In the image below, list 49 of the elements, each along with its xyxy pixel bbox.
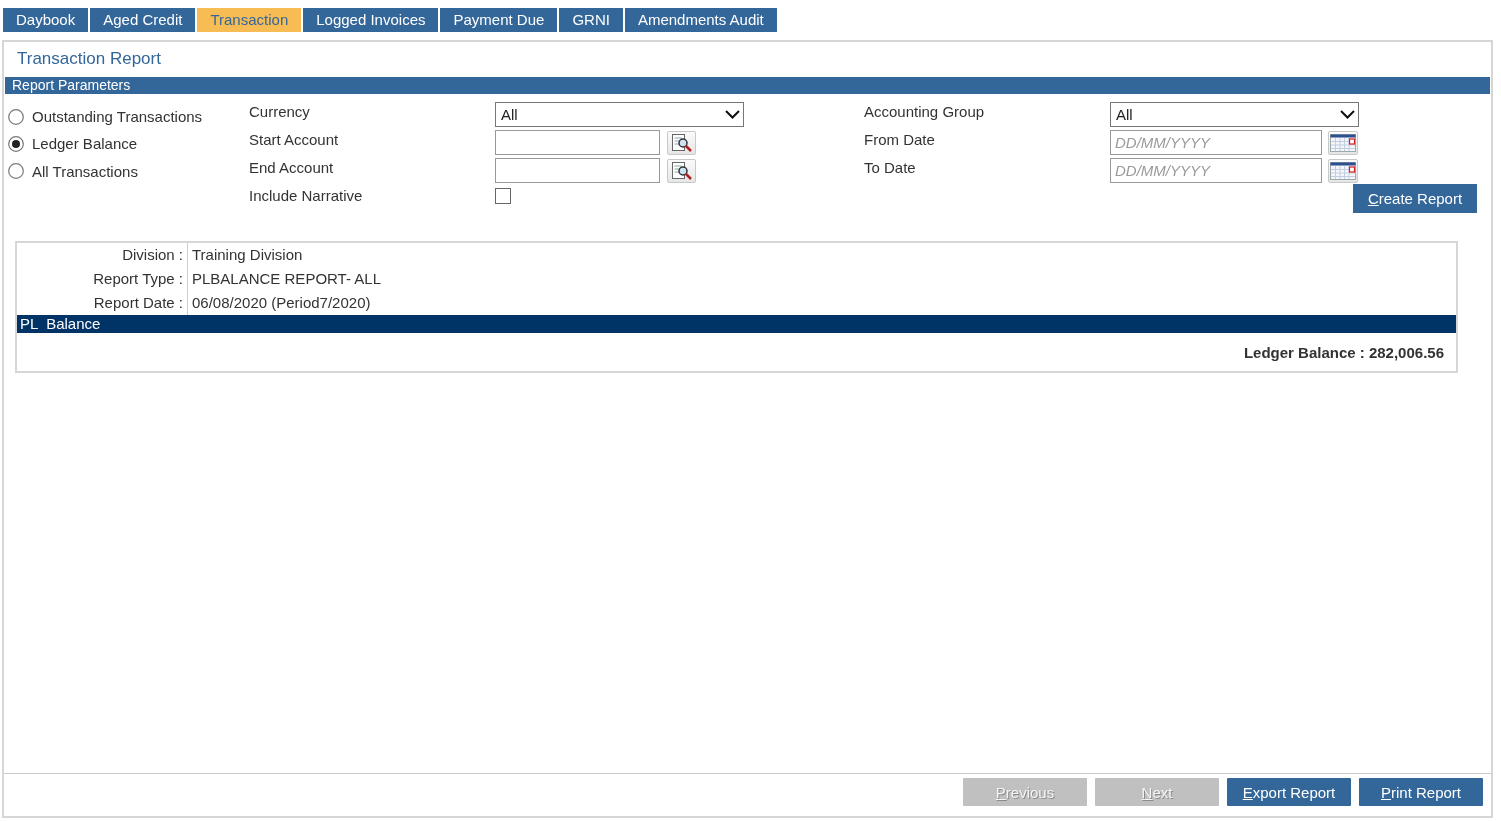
calendar-icon (1330, 161, 1356, 180)
info-label: Report Type : (17, 267, 188, 291)
radio-button[interactable] (8, 108, 24, 125)
lookup-button[interactable] (667, 130, 696, 155)
date-input[interactable]: DD/MM/YYYY (1110, 158, 1322, 183)
radio-label[interactable]: Outstanding Transactions (32, 108, 203, 125)
radio-label[interactable]: Ledger Balance (32, 135, 138, 152)
document-search-icon (671, 161, 692, 180)
document-search-icon (671, 133, 692, 152)
calendar-button[interactable] (1328, 130, 1358, 155)
field-label: To Date (864, 158, 917, 178)
tab[interactable]: Aged Credit (90, 8, 196, 32)
field-label: Start Account (249, 130, 340, 150)
radio-button[interactable] (8, 135, 24, 152)
field-label: Accounting Group (864, 102, 986, 122)
section-header: Report Parameters (5, 77, 1490, 94)
tab[interactable]: Daybook (3, 8, 89, 32)
tab[interactable]: GRNI (559, 8, 623, 32)
radio-button[interactable] (8, 163, 24, 179)
info-value: Training Division (191, 245, 304, 265)
tab[interactable]: Transaction (197, 8, 302, 32)
ledger-balance-total: Ledger Balance : 282,006.56 (1243, 343, 1444, 361)
date-input[interactable]: DD/MM/YYYY (1110, 130, 1322, 155)
dropdown[interactable]: All (495, 102, 744, 127)
field-label: From Date (864, 130, 936, 150)
footer-button[interactable]: Export Report (1227, 778, 1351, 806)
dropdown[interactable]: All (1110, 102, 1359, 127)
tab[interactable]: Payment Due (440, 8, 558, 32)
info-label: Division : (17, 243, 188, 267)
text-input[interactable] (495, 130, 660, 155)
tab[interactable]: Logged Invoices (303, 8, 439, 32)
calendar-icon (1330, 133, 1356, 152)
text-input[interactable] (495, 158, 660, 183)
field-label: Include Narrative (249, 186, 364, 206)
lookup-button[interactable] (667, 158, 696, 183)
result-section-header: PL Balance (17, 315, 1456, 333)
info-value: 06/08/2020 (Period7/2020) (191, 293, 372, 313)
field-label: End Account (249, 158, 335, 178)
page-title: Transaction Report (16, 48, 162, 69)
checkbox[interactable] (495, 188, 511, 204)
create-report-button[interactable]: Create Report (1353, 184, 1477, 213)
field-label: Currency (249, 102, 311, 122)
calendar-button[interactable] (1328, 158, 1358, 183)
footer-button[interactable]: Print Report (1359, 778, 1483, 806)
info-value: PLBALANCE REPORT- ALL (191, 269, 382, 289)
tab[interactable]: Amendments Audit (624, 8, 777, 32)
radio-label[interactable]: All Transactions (32, 162, 138, 180)
chevron-down-icon (1340, 110, 1355, 119)
chevron-down-icon (725, 110, 740, 119)
